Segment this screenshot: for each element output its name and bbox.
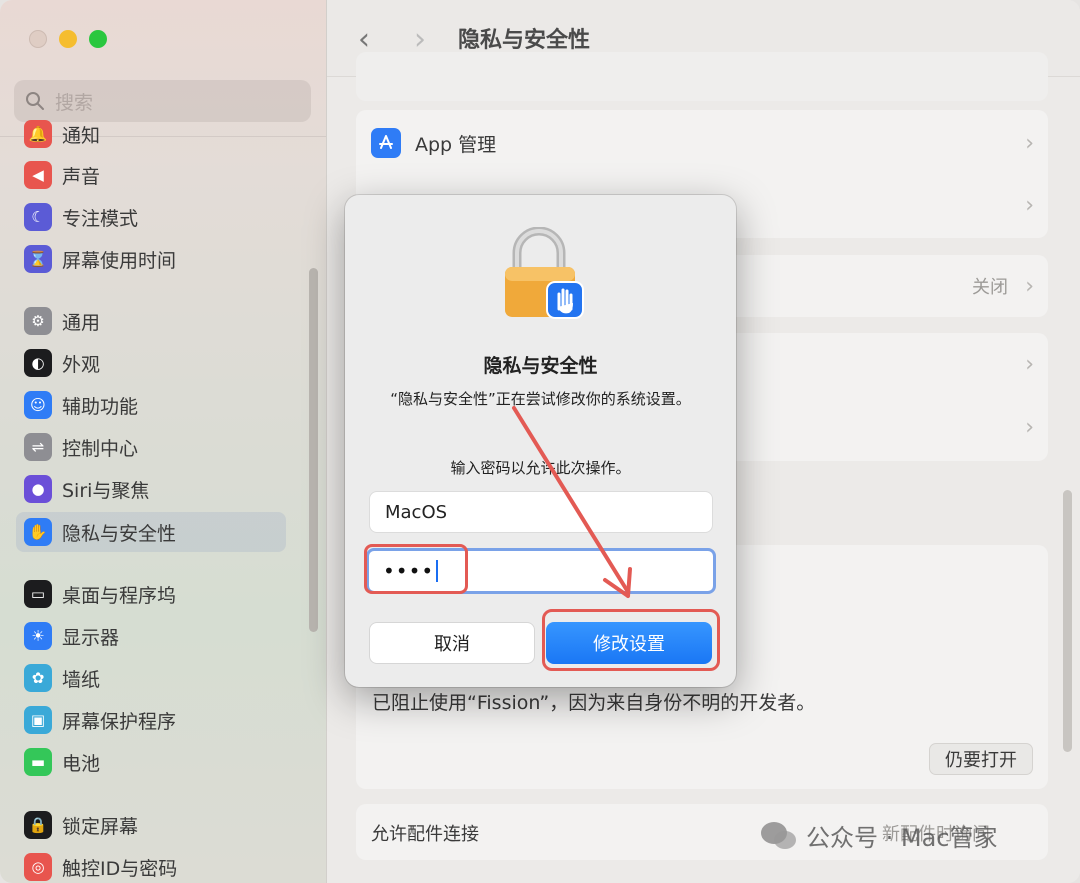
sidebar-item[interactable]: ☀ 显示器 [16, 616, 286, 656]
app-management-row[interactable]: App 管理 › [356, 115, 1048, 171]
sun-icon: ☀ [24, 622, 52, 650]
open-anyway-button[interactable]: 仍要打开 [929, 743, 1033, 775]
dock-icon: ▭ [24, 580, 52, 608]
accessibility-icon: ☺ [24, 391, 52, 419]
cancel-button[interactable]: 取消 [369, 622, 535, 664]
sidebar-item[interactable]: 🔔 通知 [16, 114, 286, 154]
username-field[interactable]: MacOS [369, 491, 713, 533]
chat-bubble-icon [761, 821, 796, 849]
main-scrollbar[interactable] [1063, 490, 1072, 752]
window-controls [29, 30, 107, 48]
sidebar-item-label: 触控ID与密码 [62, 857, 178, 880]
sidebar-item-label: 桌面与程序坞 [62, 584, 177, 607]
speaker-icon: ◀ [24, 161, 52, 189]
sidebar-item[interactable]: ▭ 桌面与程序坞 [16, 574, 286, 614]
chevron-right-icon: › [1025, 130, 1034, 156]
sidebar-item-label: 外观 [62, 353, 101, 376]
sidebar-item[interactable]: 🔒 锁定屏幕 [16, 805, 286, 845]
sidebar-item-label: Siri与聚焦 [62, 479, 150, 502]
sidebar-item-label: 显示器 [62, 626, 120, 649]
watermark: 公众号 · Mac管家 [760, 818, 998, 853]
chevron-right-icon: › [1025, 351, 1034, 377]
sidebar-item-label: 锁定屏幕 [62, 815, 139, 838]
sidebar-item[interactable]: ◀ 声音 [16, 155, 286, 195]
fingerprint-icon: ◎ [24, 853, 52, 881]
blocked-app-message: 已阻止使用“Fission”，因为来自身份不明的开发者。 [372, 692, 816, 714]
sidebar-item[interactable]: ✋ 隐私与安全性 [16, 512, 286, 552]
sidebar-item-label: 电池 [62, 752, 101, 775]
sidebar-item[interactable]: ⚙ 通用 [16, 301, 286, 341]
lock-icon: 🔒 [24, 811, 52, 839]
settings-group [356, 52, 1048, 101]
screensaver-icon: ▣ [24, 706, 52, 734]
sidebar-item[interactable]: ● Siri与聚焦 [16, 469, 286, 509]
accessories-label: 允许配件连接 [371, 824, 479, 845]
sidebar-item[interactable]: ☾ 专注模式 [16, 197, 286, 237]
bell-icon: 🔔 [24, 120, 52, 148]
settings-window: 搜索 🔔 通知 ◀ 声音 ☾ 专注模式 ⌛ 屏幕使用时间 ⚙ 通用 ◐ 外观 ☺ 辅助功能 ⇌ 控制中心 ● Si… [0, 0, 1080, 883]
battery-icon: ▬ [24, 748, 52, 776]
appearance-icon: ◐ [24, 349, 52, 377]
gear-icon: ⚙ [24, 307, 52, 335]
sidebar-item[interactable]: ☺ 辅助功能 [16, 385, 286, 425]
chevron-right-icon: › [1025, 414, 1034, 440]
sidebar-item-label: 屏幕保护程序 [62, 710, 177, 733]
sidebar-item-label: 屏幕使用时间 [62, 249, 177, 272]
flower-icon: ✿ [24, 664, 52, 692]
search-placeholder: 搜索 [55, 91, 94, 114]
moon-icon: ☾ [24, 203, 52, 231]
sidebar-scrollbar[interactable] [309, 268, 318, 632]
sidebar-item[interactable]: ▬ 电池 [16, 742, 286, 782]
hand-icon: ✋ [24, 518, 52, 546]
username-value: MacOS [385, 501, 448, 523]
watermark-text: 公众号 · Mac管家 [806, 824, 998, 852]
siri-icon: ● [24, 475, 52, 503]
dialog-prompt: 输入密码以允许此次操作。 [450, 459, 631, 477]
sidebar-item[interactable]: ◐ 外观 [16, 343, 286, 383]
row-value: 关闭 [972, 277, 1008, 298]
dialog-title: 隐私与安全性 [483, 355, 598, 377]
sidebar-item-label: 墙纸 [62, 668, 101, 691]
lock-icon [505, 227, 584, 319]
sidebar-item-label: 通知 [62, 124, 101, 147]
minimize-button[interactable] [59, 30, 77, 48]
hourglass-icon: ⌛ [24, 245, 52, 273]
sidebar-item-label: 控制中心 [62, 437, 139, 460]
page-title: 隐私与安全性 [458, 28, 591, 53]
chevron-right-icon: › [1025, 192, 1034, 218]
close-button[interactable] [29, 30, 47, 48]
auth-dialog: 隐私与安全性 “隐私与安全性”正在尝试修改你的系统设置。 输入密码以允许此次操作… [345, 195, 736, 687]
sidebar-item[interactable]: ▣ 屏幕保护程序 [16, 700, 286, 740]
highlight-box-confirm [542, 609, 720, 671]
highlight-box-password [364, 544, 468, 594]
sidebar-item-label: 专注模式 [62, 207, 139, 230]
zoom-button[interactable] [89, 30, 107, 48]
sidebar-item[interactable]: ⇌ 控制中心 [16, 427, 286, 467]
sidebar-item-label: 隐私与安全性 [62, 522, 177, 545]
sidebar-item-label: 辅助功能 [62, 395, 139, 418]
sidebar: 搜索 🔔 通知 ◀ 声音 ☾ 专注模式 ⌛ 屏幕使用时间 ⚙ 通用 ◐ 外观 ☺ 辅助功能 ⇌ 控制中心 ● Si… [0, 0, 327, 883]
chevron-right-icon: › [1025, 273, 1034, 299]
sidebar-item-label: 声音 [62, 165, 101, 188]
sidebar-item[interactable]: ⌛ 屏幕使用时间 [16, 239, 286, 279]
sidebar-item[interactable]: ✿ 墙纸 [16, 658, 286, 698]
row-label: App 管理 [415, 133, 497, 156]
app-store-icon [371, 128, 401, 158]
toggle-icon: ⇌ [24, 433, 52, 461]
dialog-message: “隐私与安全性”正在尝试修改你的系统设置。 [390, 390, 691, 408]
sidebar-item-label: 通用 [62, 311, 101, 334]
search-icon [26, 92, 44, 110]
sidebar-item[interactable]: ◎ 触控ID与密码 [16, 847, 286, 883]
